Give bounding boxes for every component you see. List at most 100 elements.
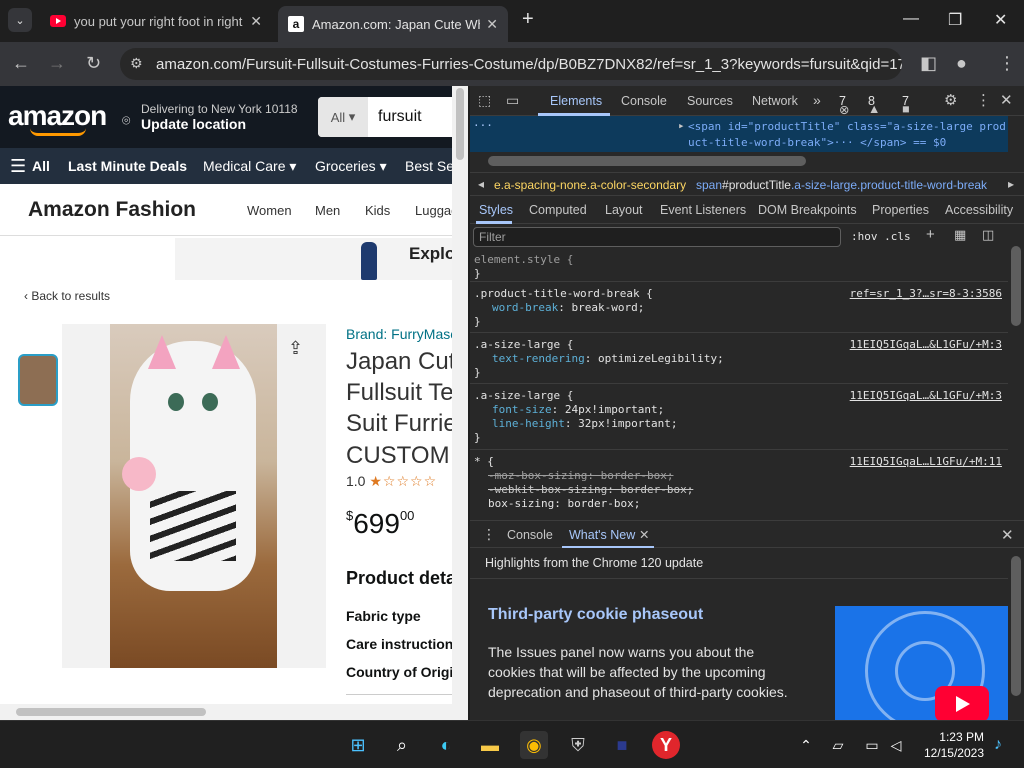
rule-selector[interactable]: .product-title-word-break { — [474, 287, 653, 300]
fashion-men[interactable]: Men — [315, 203, 340, 218]
tab-sources[interactable]: Sources — [687, 94, 733, 108]
notification-bell-icon[interactable]: ♪ — [984, 731, 1012, 759]
styles-scroll-thumb[interactable] — [1011, 246, 1021, 326]
tab-console[interactable]: Console — [621, 94, 667, 108]
whats-new-video-thumbnail[interactable] — [835, 606, 1008, 720]
new-tab-icon[interactable]: + — [522, 8, 534, 31]
drawer-menu-icon[interactable]: ⋮ — [482, 526, 496, 543]
page-horizontal-scroll-thumb[interactable] — [16, 708, 206, 716]
profile-icon[interactable]: ● — [956, 53, 967, 74]
subtab-properties[interactable]: Properties — [872, 203, 929, 217]
nav-best-sellers[interactable]: Best Se — [405, 158, 454, 174]
network-icon[interactable]: ▱ — [824, 731, 852, 759]
tab-amazon[interactable]: a Amazon.com: Japan Cute White ✕ — [278, 6, 508, 42]
youtube-play-icon[interactable] — [935, 686, 989, 720]
tab-search-button[interactable]: ⌄ — [8, 8, 32, 32]
tab-network[interactable]: Network — [752, 94, 798, 108]
fashion-title[interactable]: Amazon Fashion — [28, 198, 196, 222]
rule-declaration[interactable]: text-rendering: optimizeLegibility; — [492, 352, 724, 365]
crumb-left-arrow-icon[interactable]: ◂ — [478, 177, 484, 191]
reload-icon[interactable]: ↻ — [86, 53, 101, 74]
crumb-parent[interactable]: e.a-spacing-none.a-color-secondary — [494, 178, 686, 192]
delivery-location[interactable]: Delivering to New York 10118 Update loca… — [141, 102, 298, 132]
app-icon[interactable]: ⛨ — [564, 731, 592, 759]
rule-source-link[interactable]: ref=sr_1_3?…sr=8-3:3586 — [850, 287, 1002, 300]
rule-source-link[interactable]: 11EIQ5IGqaL…&L1GFu/+M:3 — [850, 389, 1002, 402]
dom-ellipsis[interactable]: ··· — [473, 119, 493, 132]
dom-tree-selected-node[interactable]: ··· ▸ <span id="productTitle" class="a-s… — [470, 116, 1008, 152]
crumb-current[interactable]: span#productTitle.a-size-large.product-t… — [696, 178, 987, 192]
subtab-accessibility[interactable]: Accessibility — [945, 203, 1013, 217]
tab-close-icon[interactable]: ✕ — [250, 13, 262, 30]
back-to-results-link[interactable]: ‹ Back to results — [24, 289, 110, 303]
tab-close-icon[interactable]: ✕ — [486, 16, 498, 33]
close-window-icon[interactable]: ✕ — [994, 10, 1007, 30]
menu-hamburger-icon[interactable]: ☰ — [10, 156, 26, 177]
site-info-icon[interactable]: ⚙ — [130, 55, 143, 72]
expand-arrow-icon[interactable]: ▸ — [678, 119, 685, 132]
close-devtools-icon[interactable]: ✕ — [1000, 91, 1013, 109]
warning-count[interactable]: ▲ 8 — [868, 94, 880, 116]
minimize-icon[interactable]: — — [903, 10, 919, 28]
search-icon[interactable]: ⌕ — [388, 731, 416, 759]
fashion-women[interactable]: Women — [247, 203, 292, 218]
windows-start-icon[interactable]: ⊞ — [344, 731, 372, 759]
product-thumbnail[interactable] — [18, 354, 58, 406]
crumb-right-arrow-icon[interactable]: ▸ — [1008, 177, 1014, 191]
settings-gear-icon[interactable]: ⚙ — [944, 91, 957, 109]
nav-groceries[interactable]: Groceries ▾ — [315, 158, 387, 175]
restore-icon[interactable]: ❐ — [948, 10, 962, 30]
drawer-tab-console[interactable]: Console — [507, 528, 553, 542]
hov-cls-toggles[interactable]: :hov .cls — [851, 230, 911, 243]
rule-selector[interactable]: .a-size-large { — [474, 338, 573, 351]
address-bar[interactable]: ⚙ amazon.com/Fursuit-Fullsuit-Costumes-F… — [120, 48, 902, 80]
dom-scroll-thumb[interactable] — [488, 156, 806, 166]
side-panel-icon[interactable]: ◧ — [920, 53, 937, 74]
brand-link[interactable]: Brand: FurryMasc — [346, 326, 457, 342]
menu-kebab-icon[interactable]: ⋮ — [998, 53, 1016, 74]
subtab-layout[interactable]: Layout — [605, 203, 643, 217]
drawer-tab-whats-new[interactable]: What's New — [569, 528, 635, 542]
app-blue-icon[interactable]: ■ — [608, 731, 636, 759]
search-input[interactable]: fursuit — [378, 97, 422, 137]
rule-declaration-overridden[interactable]: -moz-box-sizing: border-box; — [488, 469, 673, 482]
tab-elements[interactable]: Elements — [550, 94, 602, 108]
volume-icon[interactable]: ◁ — [882, 731, 910, 759]
whats-new-heading[interactable]: Third-party cookie phaseout — [488, 606, 703, 624]
sidebar-toggle-icon[interactable]: ◫ — [982, 227, 994, 243]
file-explorer-icon[interactable]: ▬ — [476, 731, 504, 759]
page-vertical-scroll-thumb[interactable] — [456, 88, 464, 160]
subtab-event-listeners[interactable]: Event Listeners — [660, 203, 746, 217]
subtab-computed[interactable]: Computed — [529, 203, 587, 217]
inspect-element-icon[interactable]: ⬚ — [478, 92, 491, 109]
edge-icon[interactable]: ◐ — [432, 731, 460, 759]
rule-source-link[interactable]: 11EIQ5IGqaL…L1GFu/+M:11 — [850, 455, 1002, 468]
paint-icon[interactable]: ▦ — [954, 227, 966, 243]
yandex-icon[interactable]: Y — [652, 731, 680, 759]
subtab-dom-breakpoints[interactable]: DOM Breakpoints — [758, 203, 857, 217]
share-icon[interactable]: ⇪ — [288, 338, 303, 359]
page-vertical-scrollbar[interactable] — [452, 86, 468, 704]
rule-declaration[interactable]: box-sizing: border-box; — [488, 497, 640, 510]
chrome-icon[interactable]: ◉ — [520, 731, 548, 759]
search-category-dropdown[interactable]: All ▾ — [318, 97, 368, 137]
taskbar-clock[interactable]: 1:23 PM 12/15/2023 — [924, 729, 984, 761]
add-rule-icon[interactable]: + — [926, 226, 935, 243]
forward-arrow-icon[interactable]: → — [48, 53, 66, 74]
rule-selector[interactable]: element.style { — [474, 253, 573, 266]
rule-source-link[interactable]: 11EIQ5IGqaL…&L1GFu/+M:3 — [850, 338, 1002, 351]
nav-medical-care[interactable]: Medical Care ▾ — [203, 158, 296, 175]
dom-vertical-scrollbar[interactable] — [1008, 116, 1024, 152]
rule-declaration[interactable]: font-size: 24px!important; — [492, 403, 664, 416]
device-toolbar-icon[interactable]: ▭ — [506, 92, 519, 109]
issue-count[interactable]: ■ 7 — [902, 94, 910, 116]
subtab-styles[interactable]: Styles — [479, 203, 513, 217]
close-drawer-icon[interactable]: ✕ — [1001, 526, 1014, 544]
devtools-menu-icon[interactable]: ⋮ — [976, 91, 991, 109]
close-whats-new-icon[interactable]: ✕ — [639, 527, 649, 542]
styles-filter-input[interactable]: Filter — [473, 227, 841, 247]
whats-new-scroll-thumb[interactable] — [1011, 556, 1021, 696]
tray-chevron-icon[interactable]: ⌃ — [792, 731, 820, 759]
rule-declaration[interactable]: word-break: break-word; — [492, 301, 644, 314]
rule-selector[interactable]: * { — [474, 455, 494, 468]
